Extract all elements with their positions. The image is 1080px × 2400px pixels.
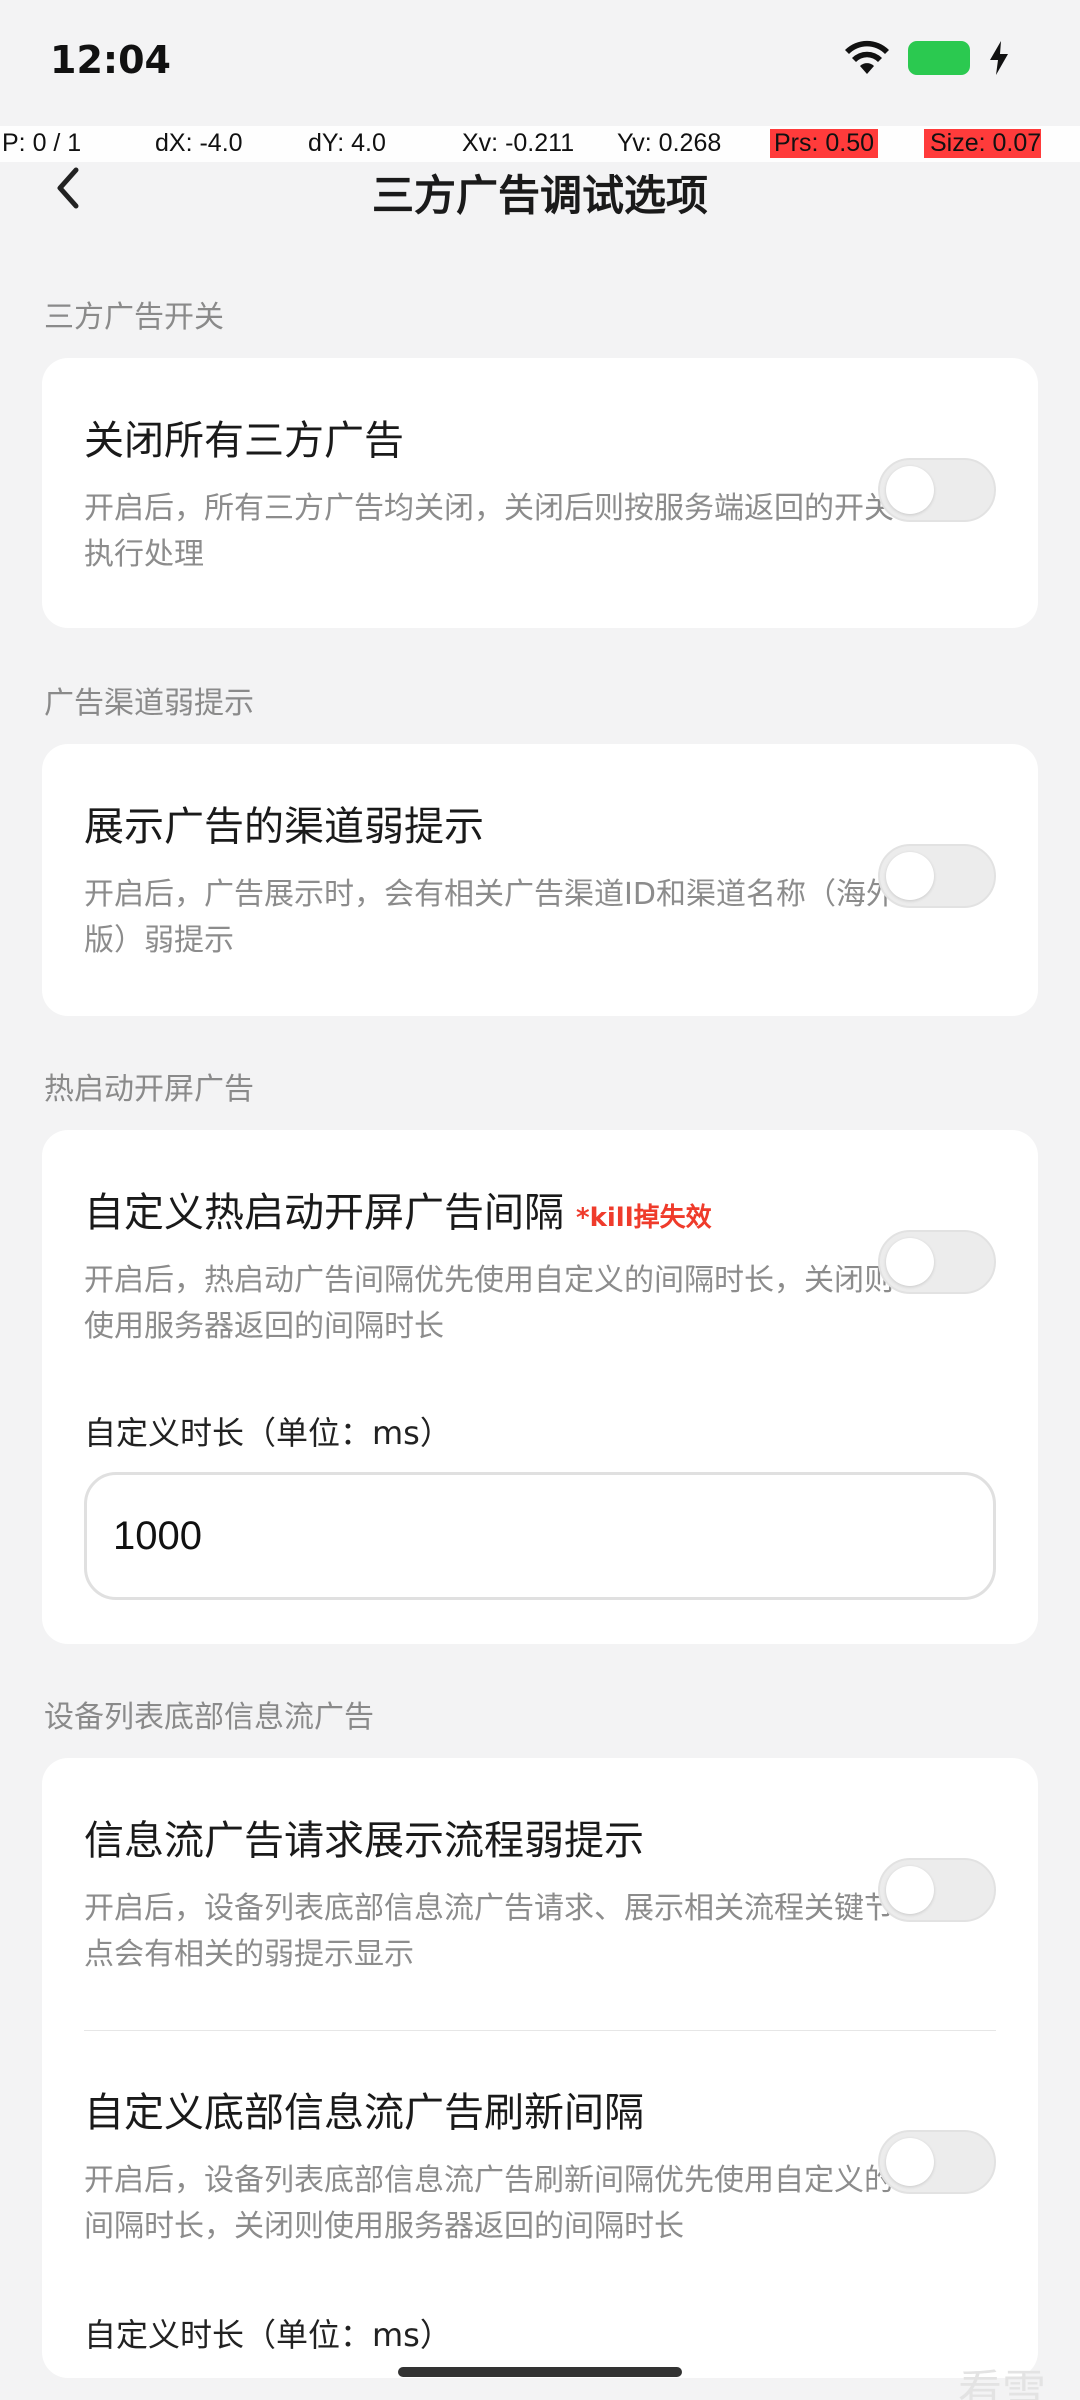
toggle-feed-refresh-interval[interactable] bbox=[878, 2130, 996, 2194]
toggle-close-all-ads[interactable] bbox=[878, 458, 996, 522]
row-title: 信息流广告请求展示流程弱提示 bbox=[84, 1818, 644, 1864]
card-feed-ads: 信息流广告请求展示流程弱提示 开启后，设备列表底部信息流广告请求、展示相关流程关… bbox=[42, 1758, 1038, 2378]
duration-input[interactable] bbox=[84, 1472, 996, 1600]
home-indicator[interactable] bbox=[398, 2367, 682, 2377]
toggle-knob bbox=[886, 1238, 934, 1286]
page-title: 三方广告调试选项 bbox=[371, 171, 708, 220]
status-bar: 12:04 bbox=[0, 0, 1080, 120]
status-time: 12:04 bbox=[50, 38, 171, 82]
duration-field-label: 自定义时长（单位：ms） bbox=[84, 2316, 452, 2354]
toggle-channel-hint[interactable] bbox=[878, 844, 996, 908]
toggle-knob bbox=[886, 466, 934, 514]
row-divider bbox=[84, 2030, 996, 2031]
toggle-knob bbox=[886, 1866, 934, 1914]
page-header: 三方广告调试选项 bbox=[0, 150, 1080, 230]
kill-warning-badge: *kill掉失效 bbox=[576, 1202, 712, 1233]
row-description: 开启后，广告展示时，会有相关广告渠道ID和渠道名称（海外版）弱提示 bbox=[84, 877, 896, 958]
card-hot-start: 自定义热启动开屏广告间隔 *kill掉失效 开启后，热启动广告间隔优先使用自定义的… bbox=[42, 1130, 1038, 1644]
section-title-channel-hint: 广告渠道弱提示 bbox=[44, 686, 254, 721]
row-description: 开启后，所有三方广告均关闭，关闭后则按服务端返回的开关执行处理 bbox=[84, 491, 894, 572]
toggle-knob bbox=[886, 852, 934, 900]
row-description: 开启后，设备列表底部信息流广告刷新间隔优先使用自定义的间隔时长，关闭则使用服务器… bbox=[84, 2163, 894, 2244]
toggle-hot-start-interval[interactable] bbox=[878, 1230, 996, 1294]
card-ad-switch: 关闭所有三方广告 开启后，所有三方广告均关闭，关闭后则按服务端返回的开关执行处理 bbox=[42, 358, 1038, 628]
toggle-knob bbox=[886, 2138, 934, 2186]
battery-icon bbox=[908, 41, 970, 75]
card-channel-hint: 展示广告的渠道弱提示 开启后，广告展示时，会有相关广告渠道ID和渠道名称（海外版… bbox=[42, 744, 1038, 1016]
section-title-ad-switch: 三方广告开关 bbox=[44, 300, 224, 335]
section-title-hot-start: 热启动开屏广告 bbox=[44, 1072, 254, 1107]
status-icons bbox=[844, 40, 1010, 76]
row-title: 自定义热启动开屏广告间隔 *kill掉失效 bbox=[84, 1180, 712, 1238]
row-description: 开启后，设备列表底部信息流广告请求、展示相关流程关键节点会有相关的弱提示显示 bbox=[84, 1891, 894, 1972]
charging-bolt-icon bbox=[990, 41, 1008, 75]
wifi-icon bbox=[845, 40, 889, 74]
section-title-feed-ads: 设备列表底部信息流广告 bbox=[44, 1700, 374, 1735]
row-title: 展示广告的渠道弱提示 bbox=[84, 804, 484, 850]
row-title-text: 自定义热启动开屏广告间隔 bbox=[84, 1190, 564, 1236]
row-description: 开启后，热启动广告间隔优先使用自定义的间隔时长，关闭则使用服务器返回的间隔时长 bbox=[84, 1263, 894, 1344]
watermark: 看雪 bbox=[958, 2366, 1046, 2400]
duration-field-label: 自定义时长（单位：ms） bbox=[84, 1414, 452, 1452]
row-title: 自定义底部信息流广告刷新间隔 bbox=[84, 2090, 644, 2136]
row-title: 关闭所有三方广告 bbox=[84, 418, 404, 464]
toggle-feed-hint[interactable] bbox=[878, 1858, 996, 1922]
